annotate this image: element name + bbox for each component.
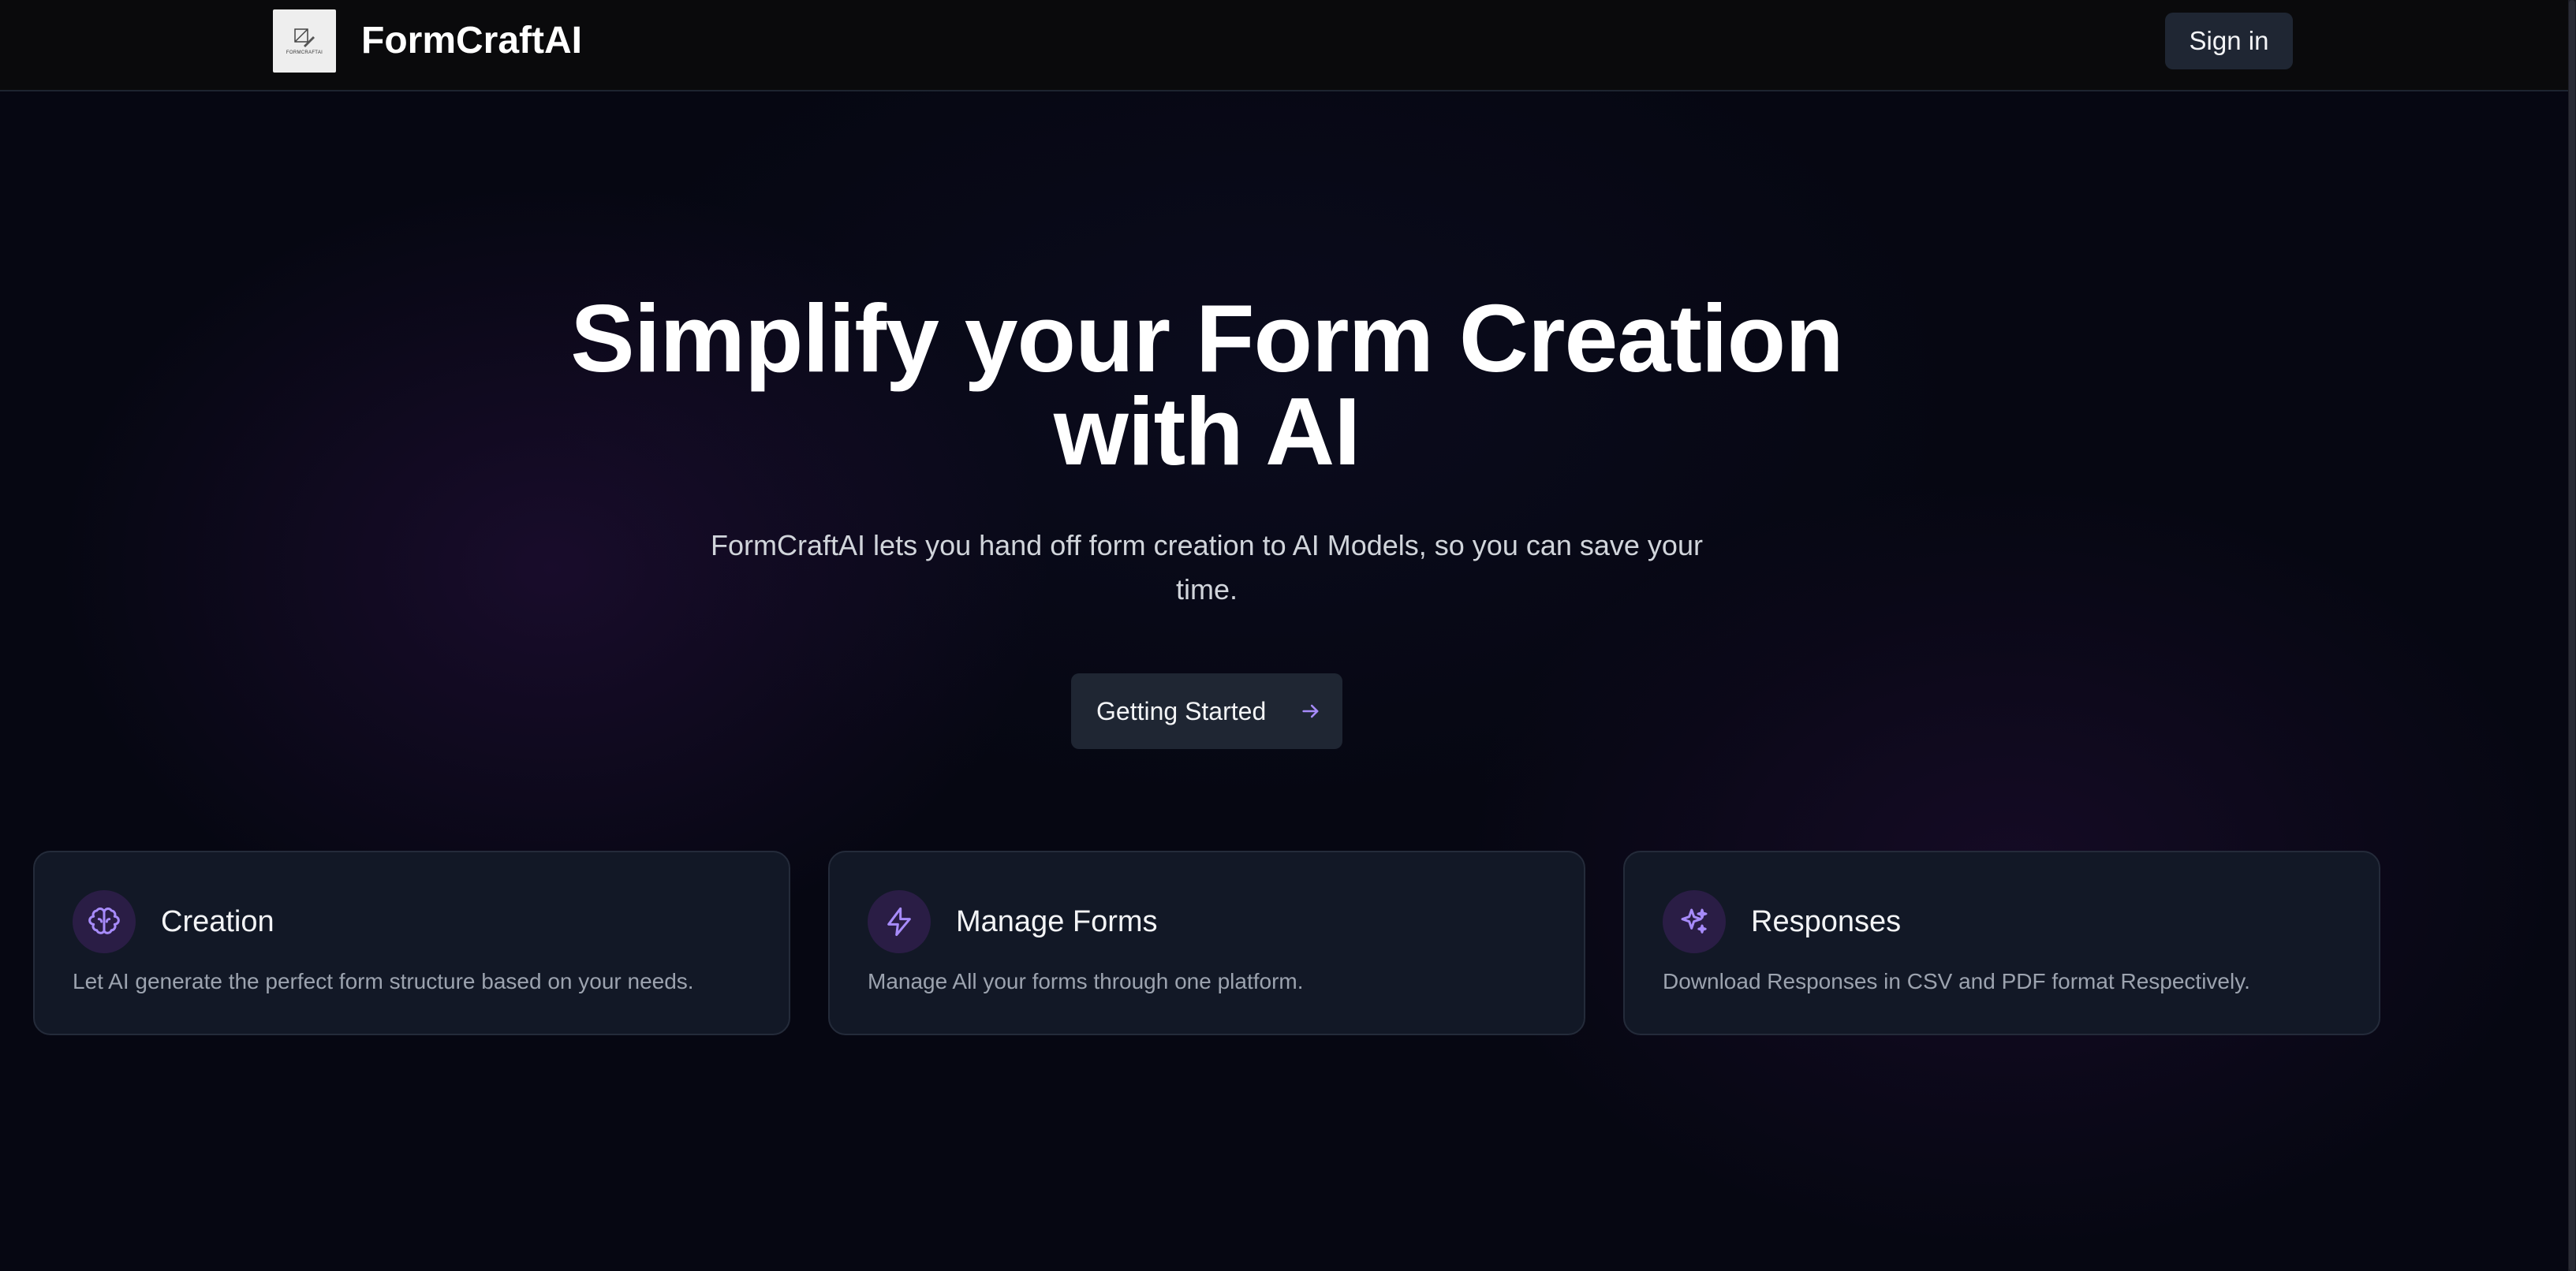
feature-card-responses: Responses Download Responses in CSV and … <box>1623 851 2380 1035</box>
getting-started-label: Getting Started <box>1096 696 1267 725</box>
brand-name[interactable]: FormCraftAI <box>361 19 582 63</box>
logo-glyph-icon <box>294 28 315 47</box>
scrollbar[interactable] <box>2568 0 2576 1271</box>
feature-icon-badge <box>73 890 136 953</box>
sparkles-icon <box>1681 908 1708 934</box>
arrow-right-icon <box>1302 704 1319 718</box>
hero-subtitle-line-1: FormCraftAI lets you hand off form creat… <box>711 529 1703 561</box>
feature-description: Manage All your forms through one platfo… <box>868 969 1304 993</box>
feature-title: Creation <box>161 905 274 938</box>
feature-title: Responses <box>1751 905 1902 938</box>
sign-in-button[interactable]: Sign in <box>2165 13 2293 69</box>
feature-card-manage-forms: Manage Forms Manage All your forms throu… <box>828 851 1585 1035</box>
feature-card-creation: Creation Let AI generate the perfect for… <box>33 851 790 1035</box>
top-navbar: FORMCRAFTAI FormCraftAI Sign in <box>0 0 2576 91</box>
hero-subtitle: FormCraftAI lets you hand off form creat… <box>694 524 1719 612</box>
feature-icon-badge <box>1663 890 1726 953</box>
lightning-icon <box>887 907 911 937</box>
getting-started-button[interactable]: Getting Started <box>1071 673 1342 749</box>
hero-title-line-2: with AI <box>1053 378 1361 485</box>
feature-description: Download Responses in CSV and PDF format… <box>1663 969 2250 993</box>
hero-title: Simplify your Form Creation with AI <box>418 290 1995 479</box>
feature-title: Manage Forms <box>956 905 1158 938</box>
hero-subtitle-line-2: time. <box>1175 573 1238 606</box>
feature-icon-badge <box>868 890 931 953</box>
hero-title-line-1: Simplify your Form Creation <box>570 285 1843 392</box>
brain-icon <box>88 908 120 934</box>
page-background <box>0 0 2576 1271</box>
feature-description: Let AI generate the perfect form structu… <box>73 969 694 993</box>
logo-caption: FORMCRAFTAI <box>286 50 323 55</box>
logo[interactable]: FORMCRAFTAI <box>273 9 336 73</box>
scrollbar-thumb[interactable] <box>2569 0 2575 1271</box>
